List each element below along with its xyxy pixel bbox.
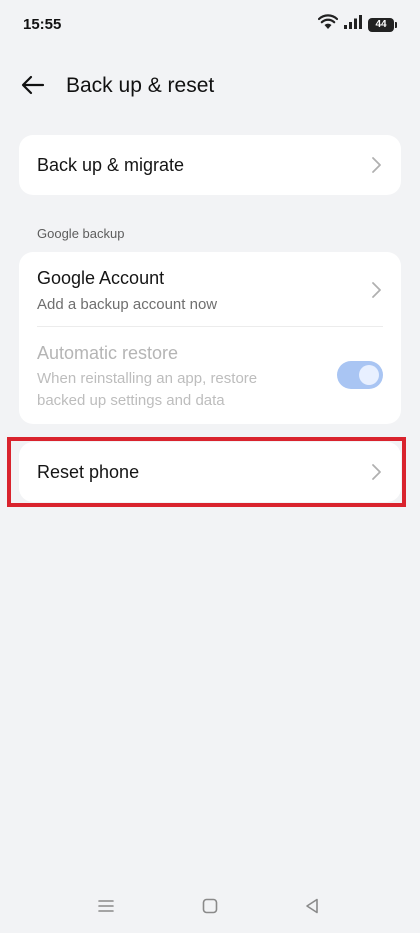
google-account-row[interactable]: Google Account Add a backup account now: [19, 252, 401, 326]
automatic-restore-subtitle-line1: When reinstalling an app, restore: [37, 370, 258, 387]
section-label-google-backup: Google backup: [37, 226, 125, 241]
toggle-knob: [359, 365, 379, 385]
signal-icon: [344, 15, 362, 34]
menu-icon: [97, 898, 115, 919]
google-account-subtitle: Add a backup account now: [37, 296, 218, 313]
reset-phone-card: Reset phone: [19, 442, 401, 502]
back-button[interactable]: [16, 72, 50, 102]
backup-migrate-row[interactable]: Back up & migrate: [19, 135, 401, 195]
automatic-restore-title: Automatic restore: [37, 343, 179, 363]
status-time: 15:55: [23, 16, 62, 33]
automatic-restore-row: Automatic restore When reinstalling an a…: [19, 326, 401, 424]
battery-icon: 44: [368, 17, 397, 32]
navigation-bar: [0, 883, 420, 933]
wifi-icon: [317, 14, 339, 35]
status-icons: 44: [317, 14, 397, 35]
battery-level: 44: [375, 19, 387, 30]
reset-phone-row[interactable]: Reset phone: [19, 442, 401, 502]
app-bar: Back up & reset: [0, 62, 420, 112]
automatic-restore-subtitle-line2: backed up settings and data: [37, 392, 225, 409]
home-button[interactable]: [198, 897, 222, 919]
google-account-title: Google Account: [37, 268, 165, 288]
back-nav-button[interactable]: [300, 897, 324, 919]
status-bar: 15:55 44: [0, 0, 420, 48]
backup-migrate-card: Back up & migrate: [19, 135, 401, 195]
arrow-left-icon: [21, 75, 45, 100]
home-icon: [201, 897, 219, 920]
reset-phone-title: Reset phone: [37, 462, 140, 482]
chevron-right-icon: [369, 280, 383, 300]
google-backup-card: Google Account Add a backup account now …: [19, 252, 401, 424]
page-title: Back up & reset: [66, 74, 215, 97]
menu-button[interactable]: [94, 897, 118, 919]
chevron-right-icon: [369, 462, 383, 482]
back-triangle-icon: [303, 897, 321, 920]
chevron-right-icon: [369, 155, 383, 175]
automatic-restore-toggle[interactable]: [337, 361, 383, 389]
backup-migrate-title: Back up & migrate: [37, 155, 185, 175]
